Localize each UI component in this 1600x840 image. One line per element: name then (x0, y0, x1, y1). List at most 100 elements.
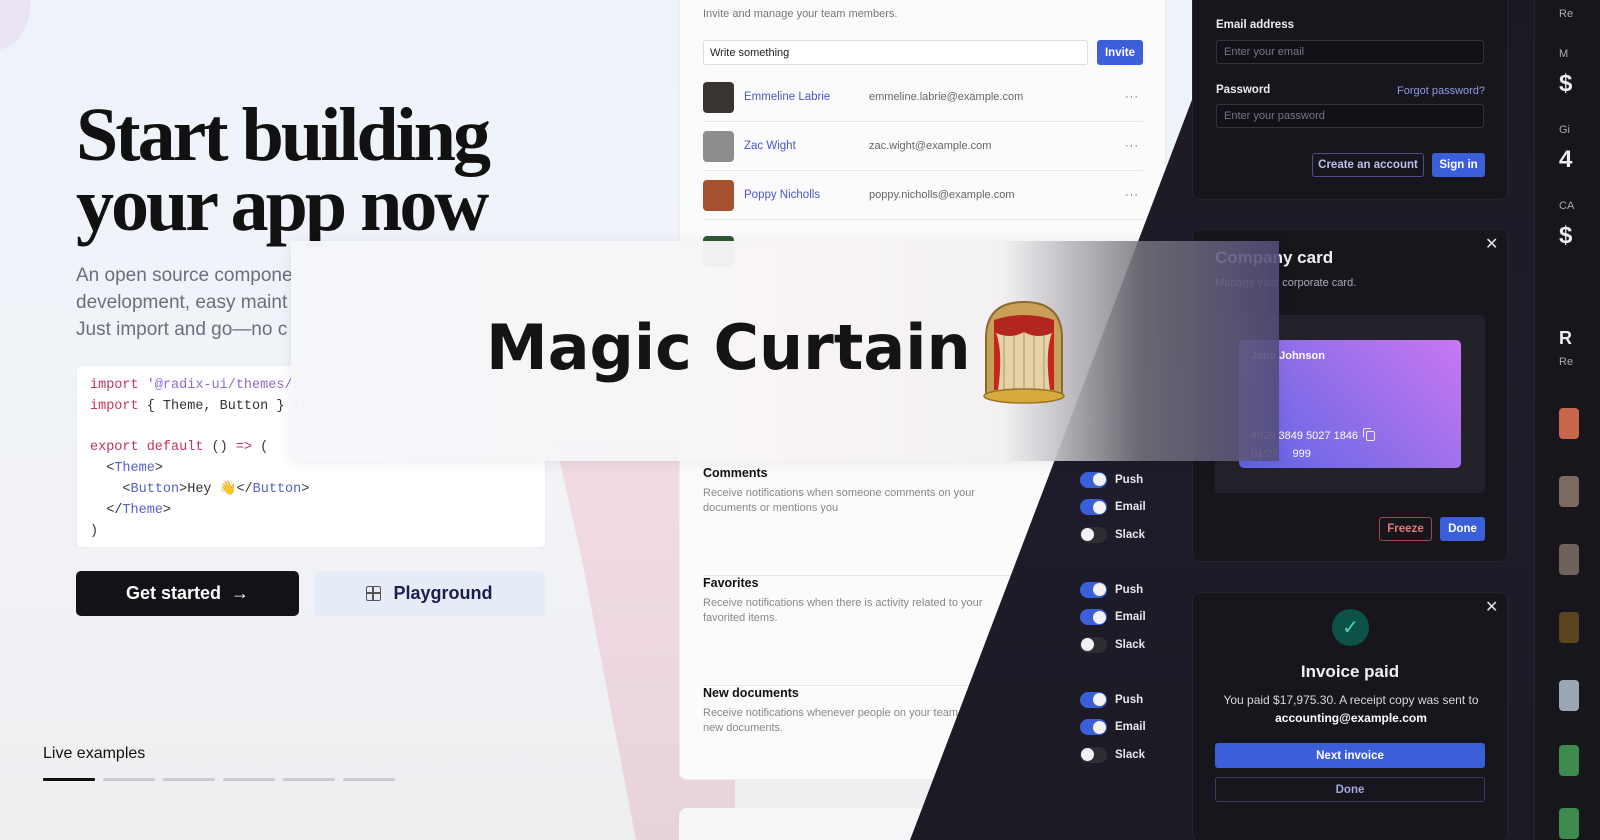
panel-text: M (1559, 48, 1569, 60)
notification-section: New documents Receive notifications when… (703, 686, 1143, 796)
code-token: Theme (122, 502, 163, 518)
revenue-panel: Re M $ Gi 4 CA $ R Re (1534, 0, 1600, 840)
panel-value: $ (1559, 222, 1573, 249)
toggle-row: Email (1080, 494, 1146, 522)
notification-description: Receive notifications whenever people on… (703, 707, 992, 734)
toggle-label: Email (1115, 611, 1146, 624)
panel-value: $ (1559, 70, 1573, 97)
toggle-row: Slack (1080, 741, 1145, 769)
slack-toggle[interactable] (1080, 636, 1107, 653)
notification-title: New documents (703, 686, 799, 700)
member-email: zac.wight@example.com (869, 140, 992, 152)
email-toggle[interactable] (1080, 499, 1107, 516)
member-name[interactable]: Emmeline Labrie (744, 91, 869, 103)
toggle-knob (1092, 473, 1106, 487)
email-field[interactable] (1216, 40, 1484, 64)
code-line: ) (90, 522, 532, 543)
code-line: <Button>Hey 👋</Button> (90, 480, 532, 501)
toggle-label: Email (1115, 721, 1146, 734)
slack-toggle[interactable] (1080, 526, 1107, 543)
code-token: < (90, 481, 131, 497)
code-token: ( (260, 440, 269, 456)
code-token: > (301, 481, 310, 497)
email-toggle[interactable] (1080, 609, 1107, 626)
get-started-button[interactable]: Get started → (76, 571, 299, 616)
avatar (703, 81, 734, 113)
toggle-label: Slack (1115, 638, 1146, 651)
invite-input[interactable] (703, 40, 1088, 65)
notification-description: Receive notifications when there is acti… (703, 597, 983, 624)
toggle-label: Push (1115, 473, 1144, 486)
invite-button[interactable]: Invite (1097, 40, 1143, 65)
toggle-label: Slack (1115, 528, 1146, 541)
code-token: () (211, 440, 236, 456)
panel-text: CA (1559, 200, 1575, 212)
toggle-row: Email (1080, 604, 1146, 632)
code-token: import (90, 378, 147, 393)
playground-label: Playground (393, 583, 493, 603)
close-icon[interactable]: ✕ (1485, 597, 1498, 617)
invoice-text: You paid $17,975.30. A receipt copy was … (1223, 693, 1479, 707)
title-banner: Magic Curtain (291, 241, 1279, 461)
member-name[interactable]: Poppy Nicholls (744, 189, 869, 201)
freeze-button[interactable]: Freeze (1379, 517, 1432, 541)
avatar (1559, 680, 1579, 711)
slack-toggle[interactable] (1080, 746, 1107, 763)
more-options-icon[interactable]: ··· (1125, 91, 1143, 103)
notification-title: Favorites (703, 576, 759, 590)
toggle-knob (1081, 528, 1094, 542)
get-started-label: Get started (125, 583, 222, 603)
banner-title: Magic Curtain (486, 311, 971, 384)
push-toggle[interactable] (1080, 581, 1107, 598)
invoice-paid-dialog: ✕ ✓ Invoice paid You paid $17,975.30. A … (1192, 592, 1508, 840)
live-example-tab[interactable] (283, 778, 335, 781)
signin-card: Email address Password Forgot password? … (1192, 0, 1508, 200)
panel-title: R (1559, 328, 1572, 348)
live-example-tab[interactable] (163, 778, 215, 781)
toggle-knob (1092, 583, 1106, 597)
code-token: < (90, 461, 115, 477)
toggle-label: Push (1115, 583, 1144, 596)
notification-title: Comments (703, 466, 768, 480)
live-example-tab[interactable] (43, 778, 95, 781)
live-example-tab[interactable] (343, 778, 395, 781)
toggle-knob (1081, 638, 1094, 652)
toggle-row: Slack (1080, 521, 1146, 549)
live-example-tab[interactable] (223, 778, 275, 781)
hero-title-line-2: your app now (76, 163, 489, 247)
next-invoice-button[interactable]: Next invoice (1215, 743, 1485, 768)
password-field[interactable] (1216, 104, 1484, 128)
member-row: Poppy Nicholls poppy.nicholls@example.co… (703, 171, 1143, 220)
more-options-icon[interactable]: ··· (1125, 140, 1143, 152)
member-row: Emmeline Labrie emmeline.labrie@example.… (703, 73, 1143, 122)
avatar (1559, 544, 1579, 575)
email-toggle[interactable] (1080, 719, 1107, 736)
close-icon[interactable]: ✕ (1485, 234, 1498, 254)
code-token: => (235, 440, 261, 456)
panel-text: Gi (1559, 124, 1570, 136)
code-token: Theme (114, 461, 155, 477)
push-toggle[interactable] (1080, 691, 1107, 708)
forgot-password-link[interactable]: Forgot password? (1397, 85, 1485, 97)
avatar (703, 130, 734, 162)
background-blob (0, 0, 30, 50)
sign-in-button[interactable]: Sign in (1432, 153, 1485, 177)
create-account-button[interactable]: Create an account (1312, 153, 1424, 177)
arrow-right-icon: → (231, 583, 250, 603)
toggle-knob (1092, 500, 1106, 514)
avatar (1559, 808, 1579, 839)
code-token: export default (90, 440, 212, 456)
done-button[interactable]: Done (1215, 777, 1485, 802)
playground-button[interactable]: Playground (314, 571, 545, 616)
code-token: import (90, 398, 147, 414)
more-options-icon[interactable]: ··· (1125, 189, 1143, 201)
live-example-tab[interactable] (103, 778, 155, 781)
avatar (1559, 745, 1579, 776)
copy-icon[interactable] (1363, 428, 1376, 441)
done-button[interactable]: Done (1440, 517, 1485, 541)
code-token: Button (130, 481, 180, 497)
toggle-label: Email (1115, 501, 1146, 514)
push-toggle[interactable] (1080, 471, 1107, 488)
toggle-row: Push (1080, 576, 1144, 604)
member-name[interactable]: Zac Wight (744, 140, 869, 152)
